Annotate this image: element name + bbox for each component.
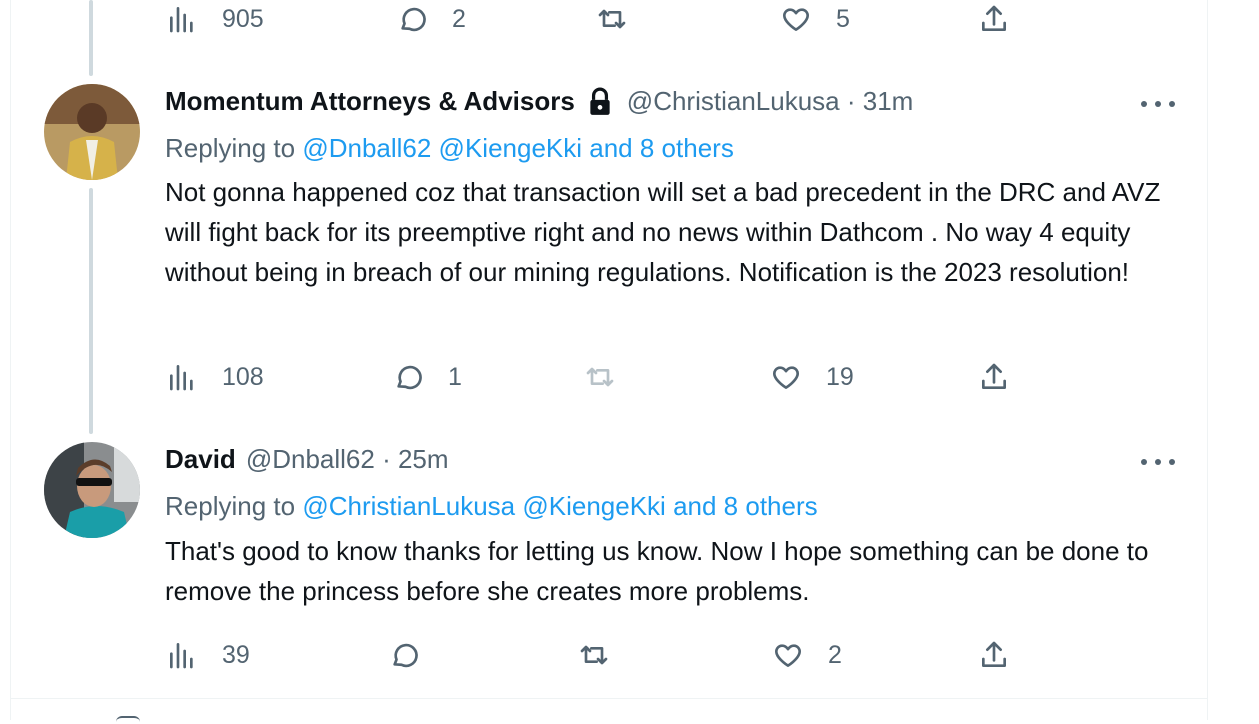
like-button[interactable]: 19 <box>770 359 854 395</box>
reply-button[interactable] <box>388 637 420 673</box>
thread-line-middle <box>89 188 93 434</box>
avatar-momentum[interactable] <box>44 84 140 180</box>
tweet-2-author-name[interactable]: David <box>165 444 236 475</box>
like-button[interactable]: 2 <box>772 637 842 673</box>
reply-count: 2 <box>452 4 466 33</box>
replying-mentions[interactable]: @Dnball62 @KiengeKki <box>302 133 582 163</box>
views-count: 108 <box>222 362 264 391</box>
share-button[interactable] <box>978 359 1010 395</box>
tweet-1-handle[interactable]: @ChristianLukusa <box>627 86 840 117</box>
views-button[interactable]: 39 <box>166 637 250 673</box>
more-icon[interactable] <box>1141 457 1175 467</box>
share-icon <box>982 363 1006 389</box>
like-button[interactable]: 5 <box>780 1 850 37</box>
reply-icon <box>393 643 418 668</box>
avatar-momentum-image <box>44 84 140 180</box>
replying-label: Replying to <box>165 133 296 163</box>
avatar-david-image <box>44 442 140 538</box>
avatar-david[interactable] <box>44 442 140 538</box>
retweet-button[interactable] <box>596 1 628 37</box>
share-button[interactable] <box>978 1 1010 37</box>
separator-dot: · <box>374 444 398 474</box>
tweet-2-actions: 39 2 <box>166 637 1026 673</box>
like-icon <box>783 8 809 31</box>
like-icon <box>775 644 801 667</box>
tweet-2-text: That's good to know thanks for letting u… <box>165 536 1149 606</box>
replying-others[interactable]: and 8 others <box>589 133 734 163</box>
retweet-button[interactable] <box>578 637 610 673</box>
more-icon[interactable] <box>1141 99 1175 109</box>
reply-count: 1 <box>448 362 462 391</box>
tweet-2-timestamp[interactable]: 25m <box>398 444 449 475</box>
top-tweet-actions: 905 2 5 <box>166 1 1026 37</box>
reply-icon <box>401 7 426 32</box>
next-tweet-avatar-edge <box>116 716 140 724</box>
reply-icon <box>397 365 422 390</box>
retweet-icon <box>598 9 626 29</box>
views-count: 905 <box>222 4 264 33</box>
share-icon <box>982 641 1006 667</box>
replying-label: Replying to <box>165 491 296 521</box>
tweet-1-author-name[interactable]: Momentum Attorneys & Advisors <box>165 86 575 117</box>
views-button[interactable]: 905 <box>166 1 264 37</box>
retweet-icon <box>580 645 608 665</box>
views-icon <box>170 6 193 33</box>
replying-others[interactable]: and 8 others <box>673 491 818 521</box>
tweet-1-timestamp[interactable]: 31m <box>863 86 914 117</box>
views-count: 39 <box>222 640 250 669</box>
lock-icon <box>590 87 610 115</box>
retweet-icon <box>586 367 614 387</box>
like-count: 2 <box>828 640 842 669</box>
like-icon <box>773 366 799 389</box>
tweet-1-text: Not gonna happened coz that transaction … <box>165 177 1161 287</box>
reply-button[interactable]: 1 <box>392 359 462 395</box>
retweet-button[interactable] <box>584 359 616 395</box>
tweet-1-header: Momentum Attorneys & Advisors @Christian… <box>165 86 913 117</box>
tweet-2-handle[interactable]: @Dnball62 <box>246 444 375 475</box>
views-icon <box>170 365 193 391</box>
views-icon <box>170 643 193 669</box>
views-button[interactable]: 108 <box>166 359 264 395</box>
tweet-2-replying-to: Replying to @ChristianLukusa @KiengeKki … <box>165 491 818 522</box>
share-button[interactable] <box>978 637 1010 673</box>
tweet-1-actions: 108 1 19 <box>166 359 1026 395</box>
like-count: 19 <box>826 362 854 391</box>
reply-button[interactable]: 2 <box>396 1 466 37</box>
tweet-2-header: David @Dnball62 · 25m <box>165 444 449 475</box>
like-count: 5 <box>836 4 850 33</box>
share-icon <box>982 5 1006 31</box>
replying-mentions[interactable]: @ChristianLukusa @KiengeKki <box>302 491 666 521</box>
tweet-1-replying-to: Replying to @Dnball62 @KiengeKki and 8 o… <box>165 133 734 164</box>
tweet-divider <box>10 698 1208 699</box>
thread-line-top <box>89 0 93 76</box>
separator-dot: · <box>839 86 863 116</box>
